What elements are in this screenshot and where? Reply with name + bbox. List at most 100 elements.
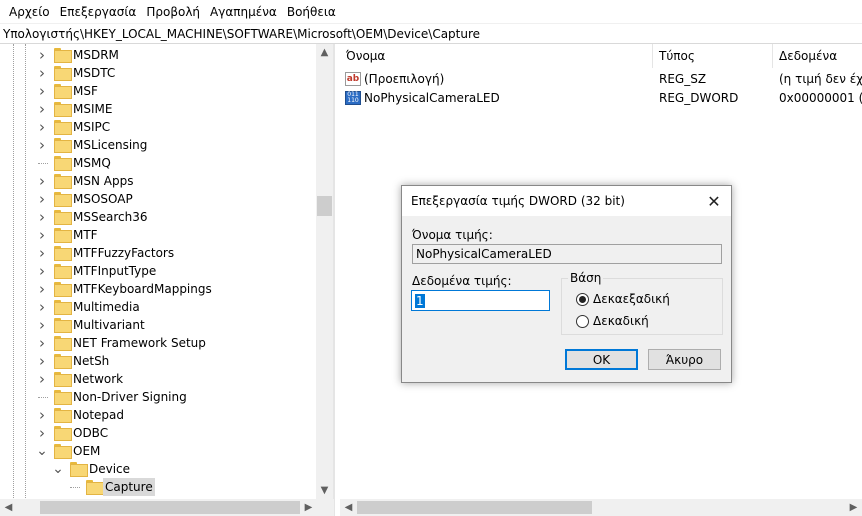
value-data-input[interactable]: 1 — [411, 290, 550, 311]
chevron-right-icon[interactable]: › — [36, 208, 48, 226]
chevron-right-icon[interactable]: › — [36, 262, 48, 280]
tree-item-oem[interactable]: ⌄ OEM — [0, 442, 316, 460]
folder-icon — [54, 426, 72, 441]
chevron-right-icon[interactable]: › — [36, 136, 48, 154]
chevron-right-icon[interactable]: › — [36, 334, 48, 352]
hexadecimal-label[interactable]: Δεκαεξαδική — [593, 292, 670, 306]
tree-item-multimedia[interactable]: › Multimedia — [0, 298, 316, 316]
menu-help[interactable]: Βοήθεια — [282, 5, 341, 19]
tree-item-device[interactable]: ⌄ Device — [0, 460, 316, 478]
hexadecimal-radio[interactable] — [576, 293, 589, 306]
tree-vertical-scrollbar[interactable]: ▲ ▼ — [316, 44, 333, 499]
folder-icon — [70, 462, 88, 477]
folder-icon — [54, 390, 72, 405]
chevron-right-icon[interactable]: › — [36, 100, 48, 118]
chevron-right-icon[interactable]: › — [36, 406, 48, 424]
base-group: Βάση Δεκαεξαδική Δεκαδική — [561, 271, 723, 335]
chevron-right-icon[interactable]: › — [36, 244, 48, 262]
chevron-right-icon[interactable]: › — [36, 370, 48, 388]
chevron-right-icon[interactable]: › — [36, 352, 48, 370]
tree-item-label: Notepad — [73, 408, 124, 422]
chevron-right-icon[interactable]: › — [36, 82, 48, 100]
tree-item-msosoap[interactable]: › MSOSOAP — [0, 190, 316, 208]
chevron-right-icon[interactable]: › — [36, 46, 48, 64]
chevron-right-icon[interactable]: › — [36, 316, 48, 334]
chevron-right-icon[interactable]: › — [36, 172, 48, 190]
tree-item-label: MTFInputType — [73, 264, 157, 278]
tree-item-netsh[interactable]: › NetSh — [0, 352, 316, 370]
scroll-thumb[interactable] — [40, 501, 300, 514]
tree-item-notepad[interactable]: › Notepad — [0, 406, 316, 424]
decimal-radio[interactable] — [576, 315, 589, 328]
tree-item-msipc[interactable]: › MSIPC — [0, 118, 316, 136]
menu-favorites[interactable]: Αγαπημένα — [205, 5, 282, 19]
column-header-name[interactable]: Όνομα — [340, 44, 653, 68]
tree-item-msf[interactable]: › MSF — [0, 82, 316, 100]
tree-item-multivariant[interactable]: › Multivariant — [0, 316, 316, 334]
dialog-title: Επεξεργασία τιμής DWORD (32 bit) — [402, 186, 731, 216]
ok-button[interactable]: OK — [565, 349, 638, 370]
chevron-right-icon[interactable]: › — [36, 298, 48, 316]
chevron-down-icon[interactable]: ⌄ — [52, 460, 64, 478]
tree-item-msdrm[interactable]: › MSDRM — [0, 46, 316, 64]
tree-item-mtffuzzyfactors[interactable]: › MTFFuzzyFactors — [0, 244, 316, 262]
tree-item-non-driver-signing[interactable]: Non-Driver Signing — [0, 388, 316, 406]
value-row[interactable]: 011 110 NoPhysicalCameraLED REG_DWORD 0x0… — [340, 89, 862, 107]
chevron-right-icon[interactable]: › — [36, 190, 48, 208]
tree-item-mtf[interactable]: › MTF — [0, 226, 316, 244]
tree-item-msn-apps[interactable]: › MSN Apps — [0, 172, 316, 190]
folder-icon — [54, 84, 72, 99]
scroll-down-icon[interactable]: ▼ — [316, 482, 333, 499]
folder-icon — [54, 336, 72, 351]
menu-file[interactable]: Αρχείο — [4, 5, 55, 19]
tree-item-label: Device — [89, 462, 131, 476]
chevron-right-icon[interactable]: › — [36, 280, 48, 298]
tree-item-mssearch36[interactable]: › MSSearch36 — [0, 208, 316, 226]
scroll-left-icon[interactable]: ◀ — [340, 499, 357, 516]
values-horizontal-scrollbar[interactable]: ◀ ▶ — [340, 499, 862, 516]
menu-view[interactable]: Προβολή — [141, 5, 205, 19]
chevron-right-icon[interactable]: › — [36, 226, 48, 244]
tree-item-net-framework-setup[interactable]: › NET Framework Setup — [0, 334, 316, 352]
cancel-button[interactable]: Άκυρο — [648, 349, 721, 370]
tree-item-msdtc[interactable]: › MSDTC — [0, 64, 316, 82]
tree-item-msmq[interactable]: MSMQ — [0, 154, 316, 172]
tree-item-mtfinputtype[interactable]: › MTFInputType — [0, 262, 316, 280]
tree-item-label: MSSearch36 — [73, 210, 148, 224]
tree-item-mtfkeyboardmappings[interactable]: › MTFKeyboardMappings — [0, 280, 316, 298]
column-header-data[interactable]: Δεδομένα — [773, 44, 862, 68]
edit-dword-dialog: Επεξεργασία τιμής DWORD (32 bit) ✕ Όνομα… — [401, 185, 732, 383]
scroll-left-icon[interactable]: ◀ — [0, 499, 17, 516]
value-type: REG_DWORD — [659, 91, 739, 105]
tree-item-odbc[interactable]: › ODBC — [0, 424, 316, 442]
decimal-label[interactable]: Δεκαδική — [593, 314, 649, 328]
tree-item-msime[interactable]: › MSIME — [0, 100, 316, 118]
folder-icon — [54, 372, 72, 387]
scroll-right-icon[interactable]: ▶ — [845, 499, 862, 516]
chevron-right-icon[interactable]: › — [36, 64, 48, 82]
tree-item-network[interactable]: › Network — [0, 370, 316, 388]
value-row[interactable]: ab (Προεπιλογή) REG_SZ (η τιμή δεν έχει — [340, 70, 862, 88]
folder-icon — [54, 66, 72, 81]
tree-item-capture[interactable]: Capture — [0, 478, 316, 496]
address-bar[interactable]: Υπολογιστής\HKEY_LOCAL_MACHINE\SOFTWARE\… — [0, 24, 862, 44]
chevron-down-icon[interactable]: ⌄ — [36, 442, 48, 460]
folder-icon — [54, 264, 72, 279]
close-icon[interactable]: ✕ — [705, 192, 723, 211]
menu-edit[interactable]: Επεξεργασία — [55, 5, 142, 19]
scroll-right-icon[interactable]: ▶ — [300, 499, 317, 516]
scroll-thumb[interactable] — [357, 501, 592, 514]
chevron-right-icon[interactable]: › — [36, 118, 48, 136]
tree-connector — [36, 388, 48, 406]
tree-item-mslicensing[interactable]: › MSLicensing — [0, 136, 316, 154]
folder-icon — [54, 120, 72, 135]
column-header-type[interactable]: Τύπος — [653, 44, 773, 68]
scroll-up-icon[interactable]: ▲ — [316, 44, 333, 61]
tree-item-label: Non-Driver Signing — [73, 390, 187, 404]
tree-horizontal-scrollbar[interactable]: ◀ ▶ — [0, 499, 334, 516]
folder-icon — [54, 156, 72, 171]
tree-item-label: MSOSOAP — [73, 192, 133, 206]
value-name: NoPhysicalCameraLED — [364, 91, 500, 105]
scroll-thumb[interactable] — [317, 196, 332, 216]
chevron-right-icon[interactable]: › — [36, 424, 48, 442]
